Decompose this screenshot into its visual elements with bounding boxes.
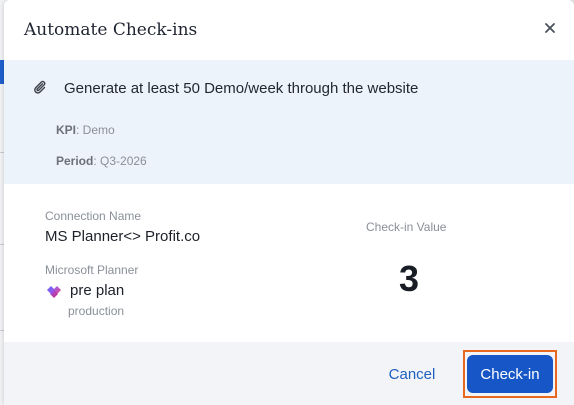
period-label: Period (56, 154, 94, 168)
kpi-label: KPI (56, 123, 77, 137)
checkin-value: 3 (398, 258, 420, 299)
period-row: Period: Q3-2026 (56, 154, 147, 168)
paperclip-icon (34, 80, 46, 94)
checkin-value-label: Check-in Value (366, 220, 447, 234)
modal-title: Automate Check-ins (24, 20, 198, 40)
connection-name-value: MS Planner<> Profit.co (45, 228, 201, 245)
plan-name: pre plan (70, 282, 125, 299)
modal-header: Automate Check-ins (4, 0, 574, 60)
period-value: : Q3-2026 (93, 154, 147, 168)
close-icon (545, 23, 555, 33)
close-button[interactable] (540, 18, 560, 38)
modal-footer: Cancel Check-in (4, 342, 574, 405)
plan-bucket: production (68, 304, 125, 318)
checkin-button[interactable]: Check-in (467, 355, 553, 393)
goal-panel: Generate at least 50 Demo/week through t… (4, 60, 574, 184)
source-label: Microsoft Planner (45, 263, 139, 277)
goal-title: Generate at least 50 Demo/week through t… (64, 80, 419, 97)
kpi-row: KPI: Demo (56, 123, 115, 137)
kpi-value: : Demo (76, 123, 115, 137)
cancel-button[interactable]: Cancel (384, 364, 440, 384)
automate-checkins-modal: Automate Check-ins Generate at least 50 … (4, 0, 574, 405)
connection-name-label: Connection Name (45, 209, 142, 223)
microsoft-planner-icon (47, 286, 61, 298)
